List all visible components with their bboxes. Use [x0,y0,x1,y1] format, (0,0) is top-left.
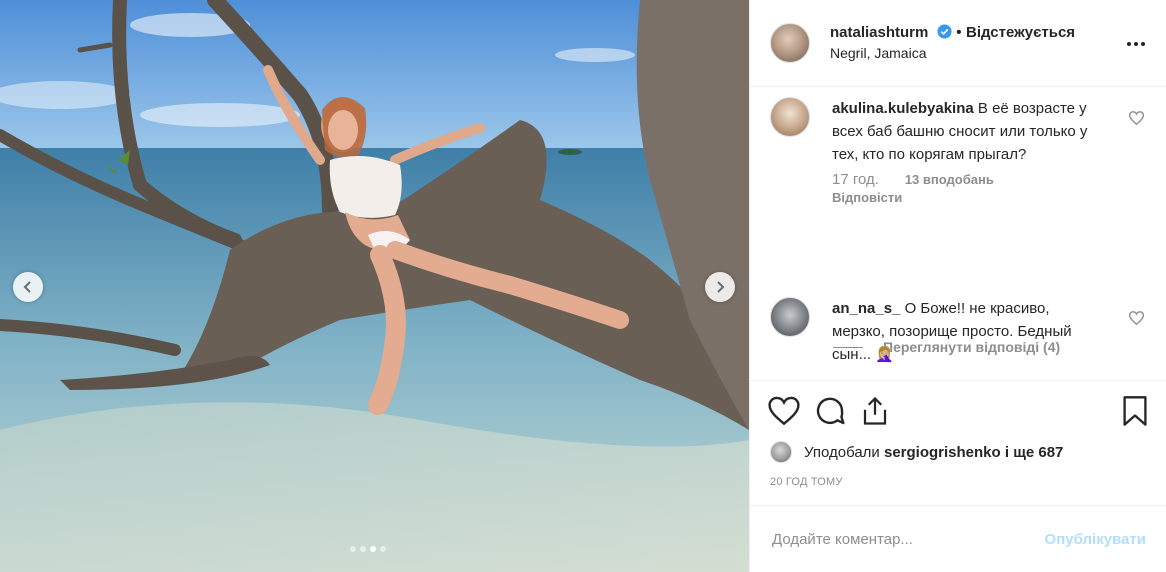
comment-item: an_na_s_ О Боже!! не красиво, мерзко, по… [770,297,1146,366]
comments-list: akulina.kulebyakina В её возрасте у всех… [750,87,1166,379]
carousel-dot [370,546,376,552]
carousel-prev-button[interactable] [13,272,43,302]
publish-button[interactable]: Опублікувати [1045,531,1146,548]
liked-by-prefix: Уподобали [804,443,880,461]
post-actions-section: Уподобали sergiogrishenko і ще 687 20 ГО… [750,380,1166,488]
liker-avatar[interactable] [770,441,792,463]
action-bar [750,381,1166,441]
follow-separator: • [956,24,962,41]
liked-by-count[interactable]: і ще 687 [1005,444,1064,461]
liked-by-row: Уподобали sergiogrishenko і ще 687 [750,441,1166,463]
comment-username[interactable]: akulina.kulebyakina [832,100,974,117]
more-options-icon[interactable] [1126,34,1146,52]
comment-likes[interactable]: 13 вподобань [905,172,994,187]
post-sidebar: nataliashturm • Відстежується Negril, Ja… [750,0,1166,572]
post-header: nataliashturm • Відстежується Negril, Ja… [750,0,1166,87]
add-comment-bar: Опублікувати [750,505,1166,572]
bookmark-icon[interactable] [1122,395,1148,432]
comment-like-heart-icon[interactable] [1128,111,1145,130]
comment-reply-button[interactable]: Відповісти [832,189,1102,207]
post-media[interactable] [0,0,749,572]
instagram-post: nataliashturm • Відстежується Negril, Ja… [0,0,1166,572]
post-location[interactable]: Negril, Jamaica [830,44,1075,63]
follow-status-button[interactable]: Відстежується [966,24,1075,41]
comment-input[interactable] [770,529,1045,549]
chevron-right-icon [717,281,725,293]
carousel-indicator [350,546,386,552]
commenter-avatar[interactable] [770,97,810,137]
author-username[interactable]: nataliashturm [830,24,928,41]
author-avatar[interactable] [770,23,810,63]
post-date[interactable]: 20 ГОД ТОМУ [750,476,1166,488]
carousel-dot [360,546,366,552]
carousel-next-button[interactable] [705,272,735,302]
comment-time: 17 год. [832,171,879,188]
verified-badge-icon [937,24,952,44]
comment-icon[interactable] [814,395,846,427]
chevron-left-icon [23,281,31,293]
share-icon[interactable] [860,395,890,427]
liked-by-user[interactable]: sergiogrishenko [884,444,1001,461]
comment-username[interactable]: an_na_s_ [832,300,900,317]
comment-item: akulina.kulebyakina В её возрасте у всех… [770,97,1146,207]
comment-like-heart-icon[interactable] [1128,311,1145,330]
commenter-avatar[interactable] [770,297,810,337]
post-photo [0,0,749,572]
carousel-dot [380,546,386,552]
carousel-dot [350,546,356,552]
heart-icon[interactable] [768,396,800,426]
